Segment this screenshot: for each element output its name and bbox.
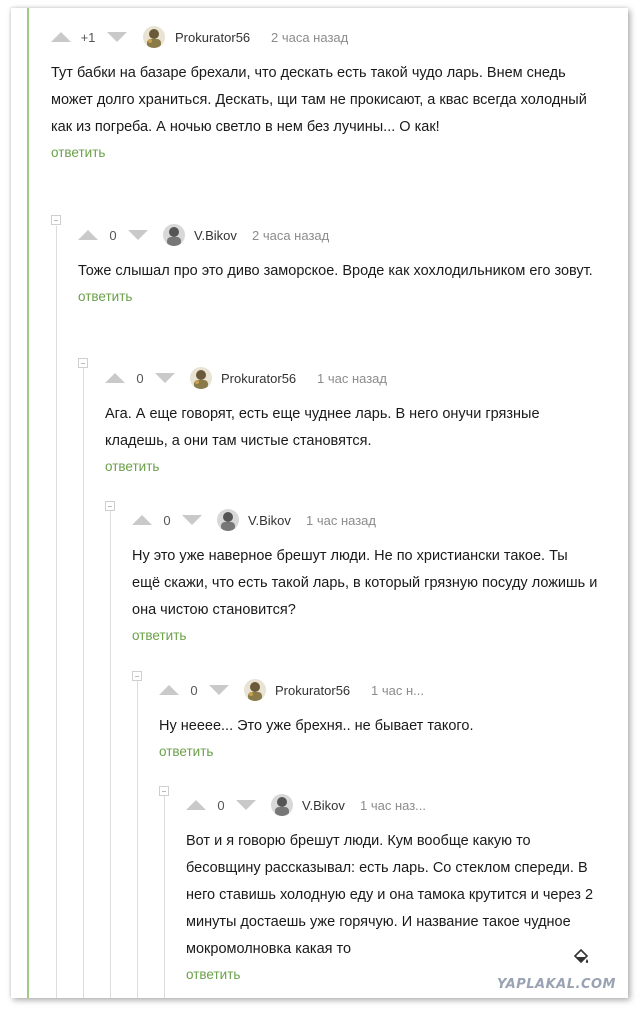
- collapse-toggle[interactable]: [105, 501, 115, 511]
- reply-link[interactable]: ответить: [159, 744, 628, 759]
- comment-meta: 0 V.Bikov 1 час наз...: [186, 794, 628, 820]
- collapse-toggle[interactable]: [132, 671, 142, 681]
- upvote-icon[interactable]: [78, 230, 98, 240]
- username[interactable]: V.Bikov: [194, 228, 237, 243]
- thread-line-1: [56, 226, 57, 998]
- timestamp[interactable]: 2 часа назад: [271, 30, 348, 45]
- downvote-icon[interactable]: [236, 800, 256, 810]
- upvote-icon[interactable]: [132, 515, 152, 525]
- username[interactable]: V.Bikov: [302, 798, 345, 813]
- collapse-toggle[interactable]: [51, 215, 61, 225]
- comment-text: Ну это уже наверное брешут люди. Не по х…: [132, 548, 598, 618]
- collapse-toggle[interactable]: [78, 358, 88, 368]
- rating: 0: [217, 798, 225, 813]
- upvote-icon[interactable]: [186, 800, 206, 810]
- comment: 0 Prokurator56 1 час н... Ну неeee... Эт…: [159, 679, 628, 759]
- timestamp[interactable]: 1 час назад: [306, 513, 376, 528]
- comment-meta: 0 V.Bikov 1 час назад: [132, 509, 628, 535]
- username[interactable]: Prokurator56: [175, 30, 250, 45]
- comment-meta: 0 V.Bikov 2 часа назад: [78, 224, 628, 250]
- username[interactable]: Prokurator56: [221, 371, 296, 386]
- avatar[interactable]: [190, 367, 212, 389]
- thread-line-root: [27, 8, 29, 998]
- username[interactable]: Prokurator56: [275, 683, 350, 698]
- rating: 0: [163, 513, 171, 528]
- comment-text: Вот и я говорю брешут люди. Кум вообще к…: [186, 833, 594, 957]
- thread-line-4: [137, 681, 138, 998]
- reply-link[interactable]: ответить: [105, 459, 628, 474]
- thread-line-2: [83, 368, 84, 998]
- timestamp[interactable]: 1 час н...: [371, 683, 424, 698]
- avatar[interactable]: [244, 679, 266, 701]
- comment-text: Тоже слышал про это диво заморское. Врод…: [78, 263, 593, 279]
- timestamp[interactable]: 2 часа назад: [252, 228, 329, 243]
- rating: 0: [136, 371, 144, 386]
- downvote-icon[interactable]: [155, 373, 175, 383]
- comment-text: Ну неeee... Это уже брехня.. не бывает т…: [159, 718, 474, 734]
- timestamp[interactable]: 1 час назад: [317, 371, 387, 386]
- upvote-icon[interactable]: [105, 373, 125, 383]
- comment-meta: +1 Prokurator56 2 часа назад: [51, 26, 628, 52]
- comment: +1 Prokurator56 2 часа назад Тут бабки н…: [51, 26, 628, 160]
- paint-bucket-icon[interactable]: [572, 948, 590, 966]
- rating: 0: [190, 683, 198, 698]
- comment-meta: 0 Prokurator56 1 час назад: [105, 367, 628, 393]
- timestamp[interactable]: 1 час наз...: [360, 798, 426, 813]
- downvote-icon[interactable]: [128, 230, 148, 240]
- comment-meta: 0 Prokurator56 1 час н...: [159, 679, 628, 705]
- rating: 0: [109, 228, 117, 243]
- upvote-icon[interactable]: [159, 685, 179, 695]
- avatar[interactable]: [217, 509, 239, 531]
- comment-thread: +1 Prokurator56 2 часа назад Тут бабки н…: [11, 8, 628, 998]
- comment: 0 V.Bikov 1 час наз... Вот и я говорю бр…: [186, 794, 628, 982]
- reply-link[interactable]: ответить: [132, 628, 628, 643]
- thread-line-3: [110, 511, 111, 998]
- watermark: YAPLAKAL.COM: [497, 977, 616, 992]
- collapse-toggle[interactable]: [159, 786, 169, 796]
- comment-text: Тут бабки на базаре брехали, что дескать…: [51, 65, 587, 135]
- upvote-icon[interactable]: [51, 32, 71, 42]
- comment: 0 V.Bikov 1 час назад Ну это уже наверно…: [132, 509, 628, 643]
- downvote-icon[interactable]: [107, 32, 127, 42]
- comment: 0 Prokurator56 1 час назад Ага. А еще го…: [105, 367, 628, 474]
- downvote-icon[interactable]: [209, 685, 229, 695]
- avatar[interactable]: [143, 26, 165, 48]
- downvote-icon[interactable]: [182, 515, 202, 525]
- reply-link[interactable]: ответить: [78, 289, 628, 304]
- comment-text: Ага. А еще говорят, есть еще чуднее ларь…: [105, 406, 540, 449]
- reply-link[interactable]: ответить: [51, 145, 628, 160]
- avatar[interactable]: [163, 224, 185, 246]
- rating: +1: [80, 30, 96, 45]
- thread-line-5: [164, 795, 165, 998]
- comment: 0 V.Bikov 2 часа назад Тоже слышал про э…: [78, 224, 628, 304]
- avatar[interactable]: [271, 794, 293, 816]
- username[interactable]: V.Bikov: [248, 513, 291, 528]
